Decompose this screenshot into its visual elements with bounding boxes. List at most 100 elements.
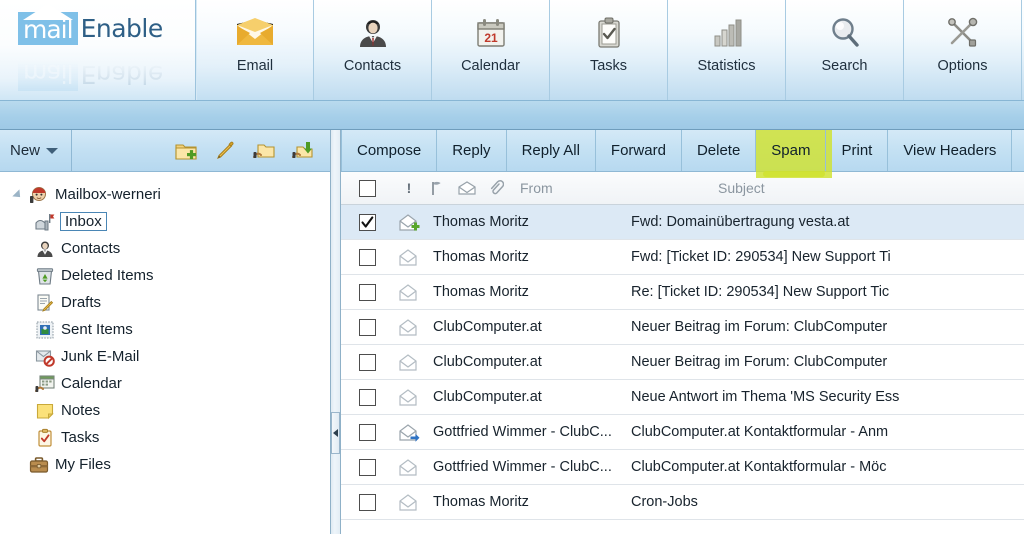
row-checkbox[interactable] [341, 283, 394, 301]
row-subject: Neuer Beitrag im Forum: ClubComputer [631, 319, 888, 335]
row-subject: Fwd: Domainübertragung vesta.at [631, 214, 850, 230]
tree-item-notes[interactable]: Notes [8, 397, 330, 424]
draft-pencil-icon [37, 293, 54, 312]
tree-item-contacts[interactable]: Contacts [8, 235, 330, 262]
task-clipboard-icon [38, 428, 52, 447]
tree-item-sent-items[interactable]: Sent Items [8, 316, 330, 343]
nav-item-search[interactable]: Search [786, 0, 904, 100]
message-pane: Compose Reply Reply All Forward Delete S… [341, 130, 1024, 534]
folder-download-icon[interactable] [292, 140, 314, 162]
envelope-open-icon [394, 353, 423, 372]
app-logo: mail Enable [18, 4, 164, 45]
nav-item-calendar[interactable]: 21 Calendar [432, 0, 550, 100]
tree-item-deleted-items[interactable]: Deleted Items [8, 262, 330, 289]
contact-person-icon [37, 241, 53, 257]
table-row[interactable]: Thomas Moritz Fwd: [Ticket ID: 290534] N… [341, 240, 1024, 275]
row-subject: Re: [Ticket ID: 290534] New Support Tic [631, 284, 890, 300]
new-button[interactable]: New [0, 130, 72, 171]
spam-button[interactable]: Spam [756, 130, 827, 171]
nav-label-search: Search [821, 58, 868, 74]
tree-item-my-files[interactable]: My Files [8, 451, 330, 478]
forward-button[interactable]: Forward [596, 130, 682, 171]
view-headers-button[interactable]: View Headers [888, 130, 1013, 171]
envelope-gold-icon [234, 10, 276, 56]
nav-label-calendar: Calendar [461, 58, 520, 74]
nav-label-options: Options [937, 58, 988, 74]
trash-bin-icon [36, 267, 54, 285]
column-header-subject[interactable]: Subject [710, 180, 1024, 196]
envelope-open-icon [394, 248, 423, 267]
junk-blocked-icon [35, 349, 55, 367]
tree-item-mailbox[interactable]: Mailbox-werneri [8, 181, 330, 208]
envelope-icon[interactable] [452, 180, 481, 196]
row-from: Gottfried Wimmer - ClubC... [433, 459, 612, 475]
row-checkbox[interactable] [341, 213, 394, 231]
column-header-from[interactable]: From [510, 180, 710, 196]
paperclip-icon[interactable] [481, 180, 510, 196]
row-subject: Neue Antwort im Thema 'MS Security Ess [631, 389, 900, 405]
table-row[interactable]: Thomas Moritz Fwd: Domainübertragung ves… [341, 205, 1024, 240]
envelope-open-icon [394, 388, 423, 407]
table-row[interactable]: ClubComputer.at Neue Antwort im Thema 'M… [341, 380, 1024, 415]
tree-item-tasks[interactable]: Tasks [8, 424, 330, 451]
nav-item-statistics[interactable]: Statistics [668, 0, 786, 100]
print-button[interactable]: Print [826, 130, 889, 171]
table-row[interactable]: ClubComputer.at Neuer Beitrag im Forum: … [341, 310, 1024, 345]
inbox-flag-icon [35, 213, 55, 230]
row-checkbox[interactable] [341, 248, 394, 266]
select-all-checkbox[interactable] [341, 179, 394, 197]
pane-splitter[interactable] [330, 130, 341, 534]
tree-item-inbox[interactable]: Inbox [8, 208, 330, 235]
row-subject: Cron-Jobs [631, 494, 698, 510]
row-checkbox[interactable] [341, 493, 394, 511]
tree-label-my-files: My Files [55, 456, 111, 473]
exclamation-icon[interactable]: ! [394, 180, 423, 196]
tree-item-drafts[interactable]: Drafts [8, 289, 330, 316]
row-checkbox[interactable] [341, 423, 394, 441]
nav-item-options[interactable]: Options [904, 0, 1022, 100]
tree-label-drafts: Drafts [61, 294, 102, 311]
tree-twisty-icon[interactable] [11, 188, 24, 201]
nav-separator-band [0, 100, 1024, 130]
tree-twisty-placeholder [12, 459, 23, 470]
briefcase-icon [29, 456, 49, 473]
tree-item-calendar[interactable]: Calendar [8, 370, 330, 397]
logo-mail-block: mail [18, 4, 78, 45]
clipboard-check-icon [592, 10, 626, 56]
edit-pencil-icon[interactable] [214, 140, 236, 162]
compose-button[interactable]: Compose [341, 130, 438, 171]
tree-label-tasks: Tasks [61, 429, 100, 446]
row-subject: Fwd: [Ticket ID: 290534] New Support Ti [631, 249, 891, 265]
row-checkbox[interactable] [341, 388, 394, 406]
nav-item-tasks[interactable]: Tasks [550, 0, 668, 100]
splitter-collapse-handle[interactable] [331, 412, 340, 454]
logo-envelope-icon [22, 4, 73, 20]
reply-all-button[interactable]: Reply All [507, 130, 596, 171]
note-yellow-icon [36, 403, 54, 419]
tree-label-calendar: Calendar [61, 375, 122, 392]
row-checkbox[interactable] [341, 353, 394, 371]
table-row[interactable]: Thomas Moritz Cron-Jobs [341, 485, 1024, 520]
table-row[interactable]: Gottfried Wimmer - ClubC... ClubComputer… [341, 415, 1024, 450]
delete-button[interactable]: Delete [682, 130, 757, 171]
logo-enable-text: Enable [80, 14, 164, 43]
sent-stamp-icon [36, 321, 54, 338]
tree-item-junk-email[interactable]: Junk E-Mail [8, 343, 330, 370]
reply-button[interactable]: Reply [437, 130, 507, 171]
nav-item-contacts[interactable]: Contacts [314, 0, 432, 100]
table-row[interactable]: Gottfried Wimmer - ClubC... ClubComputer… [341, 450, 1024, 485]
row-from: ClubComputer.at [433, 319, 542, 335]
svg-text:!: ! [406, 180, 411, 196]
app-logo-reflection: mail Enable [18, 58, 163, 91]
flag-icon[interactable] [423, 180, 452, 196]
row-checkbox[interactable] [341, 458, 394, 476]
row-from: Thomas Moritz [433, 249, 529, 265]
table-row[interactable]: ClubComputer.at Neuer Beitrag im Forum: … [341, 345, 1024, 380]
sidebar-toolbar: New [0, 130, 330, 172]
row-checkbox[interactable] [341, 318, 394, 336]
new-folder-icon[interactable] [175, 140, 197, 162]
nav-item-email[interactable]: Email [196, 0, 314, 100]
shared-folder-icon[interactable] [253, 140, 275, 162]
table-row[interactable]: Thomas Moritz Re: [Ticket ID: 290534] Ne… [341, 275, 1024, 310]
nav-label-contacts: Contacts [343, 58, 402, 74]
